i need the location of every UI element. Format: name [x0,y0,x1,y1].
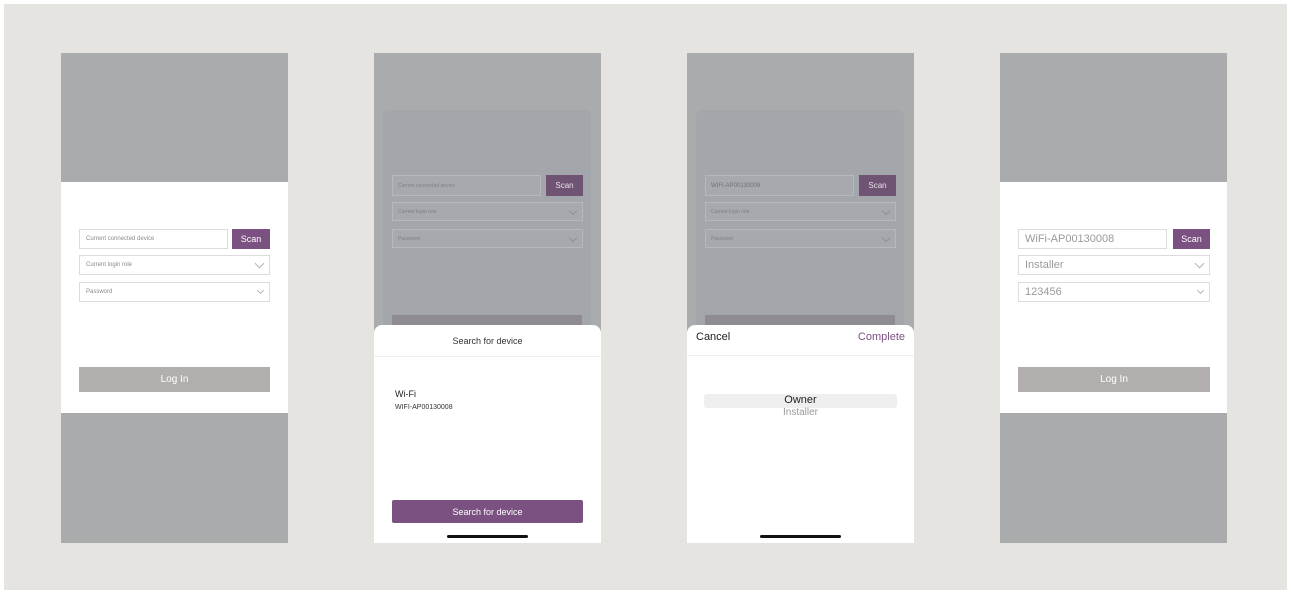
login-panel: WiFi-AP00130008 Scan Installer 123456 Lo… [1000,182,1227,413]
password-value: 123456 [1025,286,1062,298]
password-field[interactable]: Password [79,282,270,302]
top-gray-band [61,53,288,182]
sheet-title: Search for device [374,325,601,357]
password-field: Password [705,229,896,248]
device-field[interactable]: Current connected device [79,229,228,249]
chevron-down-icon [881,206,891,215]
role-placeholder: Current login role [398,208,437,215]
canvas: Current connected device Scan Current lo… [4,4,1287,590]
wifi-heading: Wi-Fi [395,389,416,399]
wifi-device-item[interactable]: WIFI-AP00130008 [395,404,453,411]
password-placeholder: Password [86,289,113,295]
device-field: Current connected device [392,175,541,196]
password-field[interactable]: 123456 [1018,282,1210,302]
bottom-gray-band [1000,413,1227,543]
role-select: Current login role [392,202,583,221]
device-placeholder: Current connected device [86,236,155,242]
screen-search-device: Current connected device Scan Current lo… [374,53,601,543]
eye-toggle-icon[interactable] [256,286,265,295]
role-placeholder: Current login role [86,262,133,268]
complete-button[interactable]: Complete [858,331,905,343]
bottom-gray-band [61,413,288,543]
role-select: Current login role [705,202,896,221]
screen-login-empty: Current connected device Scan Current lo… [61,53,288,543]
screen-role-picker: WIFI-AP00130008 Scan Current login role … [687,53,914,543]
eye-toggle-icon[interactable] [1196,286,1205,295]
home-indicator [447,535,528,538]
login-button[interactable]: Log In [1018,367,1210,392]
picker-option-owner[interactable]: Owner [687,394,914,406]
device-field: WIFI-AP00130008 [705,175,854,196]
login-panel: Current connected device Scan Current lo… [61,182,288,413]
scan-button: Scan [859,175,896,196]
eye-toggle-icon [568,233,578,242]
role-placeholder: Current login role [711,208,750,215]
chevron-down-icon [254,258,265,269]
password-placeholder: Password [398,235,420,242]
screen-login-filled: WiFi-AP00130008 Scan Installer 123456 Lo… [1000,53,1227,543]
scan-button: Scan [546,175,583,196]
role-select[interactable]: Current login role [79,255,270,275]
password-field: Password [392,229,583,248]
role-value: Installer [1025,259,1064,271]
password-placeholder: Password [711,235,733,242]
chevron-down-icon [568,206,578,215]
device-field[interactable]: WiFi-AP00130008 [1018,229,1167,249]
divider [687,355,914,356]
role-select[interactable]: Installer [1018,255,1210,275]
device-value: WIFI-AP00130008 [711,182,761,189]
device-placeholder: Current connected device [398,182,455,189]
search-sheet: Search for device Wi-Fi WIFI-AP00130008 … [374,325,601,543]
top-gray-band [1000,53,1227,182]
scan-button[interactable]: Scan [232,229,270,249]
scan-button[interactable]: Scan [1173,229,1210,249]
home-indicator [760,535,841,538]
picker-sheet: Cancel Complete Owner Installer [687,325,914,543]
login-button[interactable]: Log In [79,367,270,392]
eye-toggle-icon [881,233,891,242]
chevron-down-icon [1194,258,1205,269]
cancel-button[interactable]: Cancel [696,331,730,343]
picker-option-installer[interactable]: Installer [687,407,914,418]
search-device-button[interactable]: Search for device [392,500,583,523]
device-value: WiFi-AP00130008 [1025,233,1115,245]
